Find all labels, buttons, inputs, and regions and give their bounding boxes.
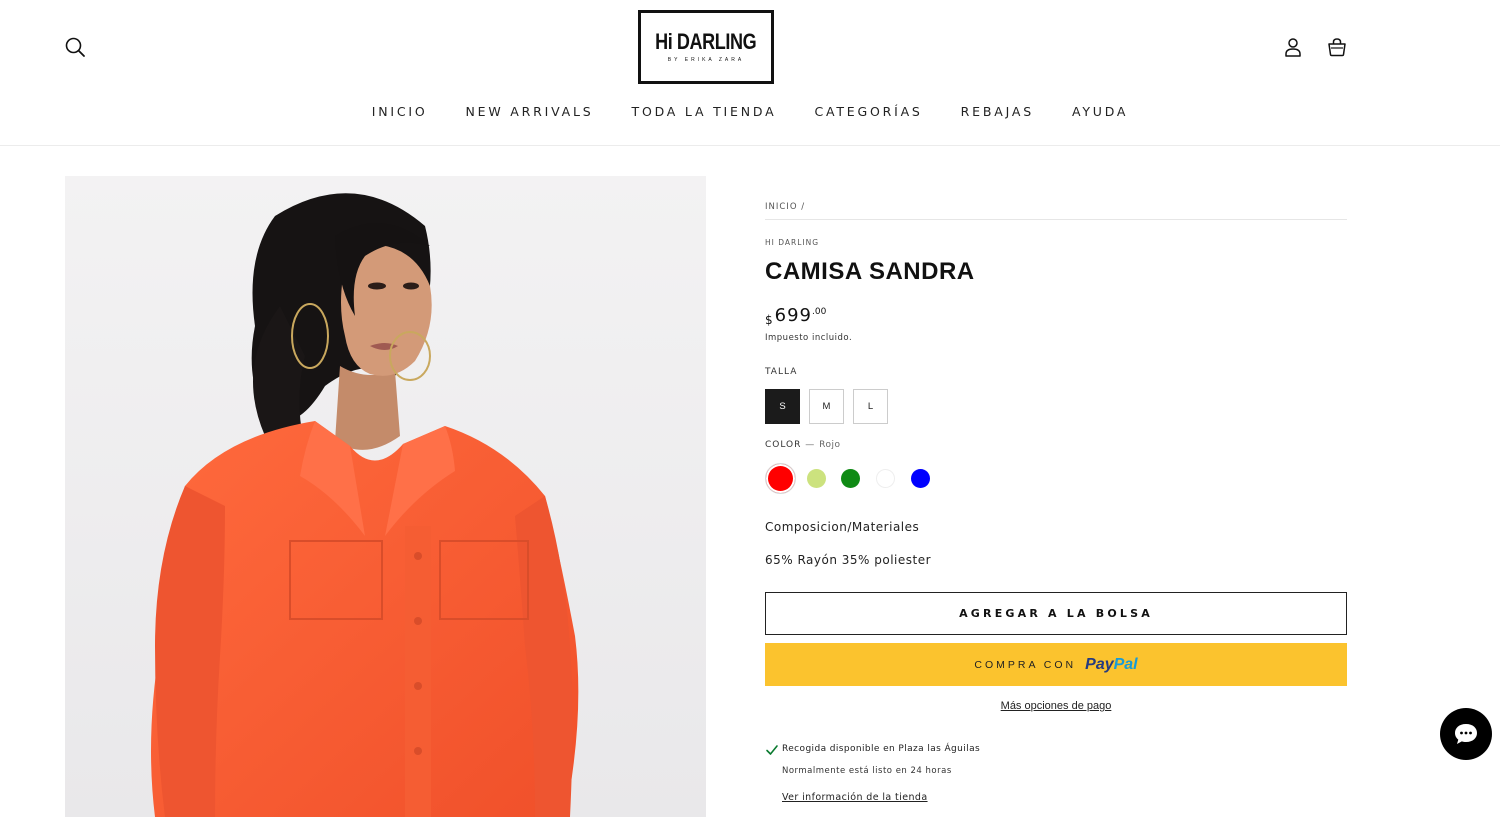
more-payment-options: Más opciones de pago <box>765 700 1347 712</box>
more-payment-options-link[interactable]: Más opciones de pago <box>1001 700 1112 712</box>
check-icon <box>766 745 778 755</box>
paypal-logo-pay: Pay <box>1085 655 1114 673</box>
add-to-bag-button[interactable]: AGREGAR A LA BOLSA <box>765 592 1347 635</box>
nav-item-categorias[interactable]: CATEGORÍAS <box>814 104 922 119</box>
color-label: COLOR — Rojo <box>765 440 841 450</box>
breadcrumb-home-link[interactable]: INICIO <box>765 202 798 212</box>
price-decimals: .00 <box>812 307 827 317</box>
color-swatch-verde[interactable] <box>841 469 860 488</box>
size-option-m[interactable]: M <box>809 389 844 424</box>
nav-item-inicio[interactable]: INICIO <box>372 104 428 119</box>
size-label: TALLA <box>765 367 798 377</box>
logo-subtext: BY ERIKA ZARA <box>667 57 745 63</box>
pickup-available-text: Recogida disponible en Plaza las Águilas <box>782 744 981 754</box>
search-icon[interactable] <box>64 36 86 58</box>
composition-title: Composicion/Materiales <box>765 520 920 534</box>
nav-item-toda-la-tienda[interactable]: TODA LA TIENDA <box>632 104 777 119</box>
pickup-ready-text: Normalmente está listo en 24 horas <box>782 766 952 776</box>
product-vendor: HI DARLING <box>765 238 820 247</box>
paypal-button[interactable]: COMPRA CON PayPal <box>765 643 1347 686</box>
breadcrumb-separator: / <box>801 202 806 212</box>
product-title: CAMISA SANDRA <box>765 258 975 285</box>
price-integer: 699 <box>774 305 812 326</box>
paypal-prefix: COMPRA CON <box>974 658 1077 671</box>
chat-icon[interactable] <box>1440 708 1492 760</box>
color-swatch-azul[interactable] <box>911 469 930 488</box>
site-header: Hi DARLING BY ERIKA ZARA INICIO NEW ARRI… <box>0 0 1500 146</box>
paypal-logo: PayPal <box>1085 656 1137 674</box>
color-label-text: COLOR <box>765 440 802 450</box>
composition-value: 65% Rayón 35% poliester <box>765 553 932 567</box>
color-swatch-verde-claro[interactable] <box>807 469 826 488</box>
color-swatch-rojo[interactable] <box>765 463 796 494</box>
nav-item-ayuda[interactable]: AYUDA <box>1072 104 1128 119</box>
nav-item-rebajas[interactable]: REBAJAS <box>961 104 1034 119</box>
product-price: $ 699 .00 <box>765 305 826 327</box>
paypal-logo-pal: Pal <box>1113 655 1138 673</box>
breadcrumb: INICIO / <box>765 202 1347 220</box>
color-swatch-blanco[interactable] <box>876 469 895 488</box>
tax-note: Impuesto incluido. <box>765 333 853 343</box>
size-option-l[interactable]: L <box>853 389 888 424</box>
product-image[interactable] <box>65 176 706 817</box>
size-option-s[interactable]: S <box>765 389 800 424</box>
main-nav: INICIO NEW ARRIVALS TODA LA TIENDA CATEG… <box>0 104 1500 119</box>
logo[interactable]: Hi DARLING BY ERIKA ZARA <box>638 10 774 84</box>
color-label-separator: — <box>805 440 816 450</box>
shopping-bag-icon[interactable] <box>1327 37 1347 57</box>
size-selector: S M L <box>765 389 888 424</box>
user-icon[interactable] <box>1283 37 1303 57</box>
price-currency: $ <box>765 313 773 327</box>
nav-item-new-arrivals[interactable]: NEW ARRIVALS <box>466 104 594 119</box>
color-selector <box>765 463 965 494</box>
color-selected-value: Rojo <box>819 440 841 450</box>
logo-text: Hi DARLING <box>655 29 757 54</box>
store-info-link[interactable]: Ver información de la tienda <box>782 792 928 803</box>
